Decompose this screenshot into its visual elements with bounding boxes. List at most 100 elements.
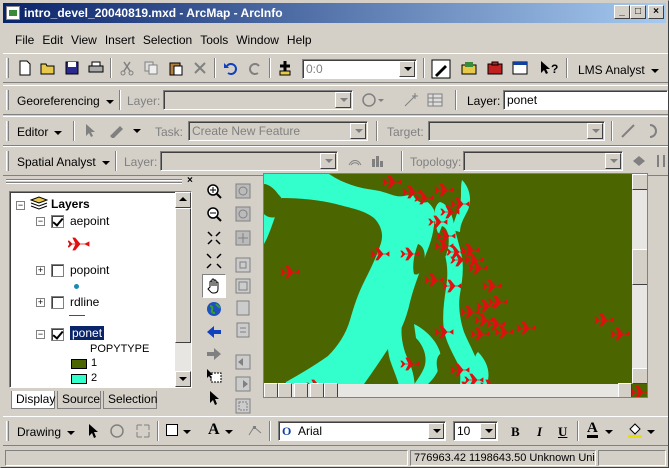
menu-insert[interactable]: Insert bbox=[101, 33, 139, 47]
scroll-thumb[interactable] bbox=[632, 249, 647, 285]
drawing-menu[interactable]: Drawing bbox=[17, 425, 75, 439]
menu-edit[interactable]: Edit bbox=[38, 33, 67, 47]
toc-grip[interactable]: × bbox=[6, 175, 199, 186]
toolbar-grip[interactable] bbox=[6, 121, 9, 141]
collapse-icon[interactable]: − bbox=[36, 330, 45, 339]
copy-icon[interactable] bbox=[143, 60, 159, 76]
link-table-icon[interactable] bbox=[427, 92, 443, 108]
tab-selection[interactable]: Selection bbox=[103, 391, 157, 409]
underline-button[interactable]: U bbox=[558, 424, 567, 440]
sketch-tool-icon[interactable] bbox=[108, 122, 128, 138]
chevron-down-icon[interactable] bbox=[428, 423, 444, 439]
toolbar-grip[interactable] bbox=[6, 421, 9, 441]
menu-file[interactable]: File bbox=[11, 33, 38, 47]
close-button[interactable]: × bbox=[648, 5, 664, 19]
scroll-right-button[interactable] bbox=[618, 383, 632, 397]
chevron-down-icon[interactable] bbox=[225, 430, 233, 434]
editor-menu[interactable]: Editor bbox=[17, 125, 62, 139]
chevron-down-icon[interactable] bbox=[647, 430, 655, 434]
refresh-button[interactable] bbox=[294, 383, 308, 397]
select-elements-icon[interactable] bbox=[206, 368, 222, 384]
redo-icon[interactable] bbox=[247, 60, 263, 76]
map-horizontal-scrollbar[interactable] bbox=[264, 383, 632, 397]
map-scale-combo[interactable]: 0:0 bbox=[302, 59, 417, 79]
menu-selection[interactable]: Selection bbox=[139, 33, 196, 47]
rotate-element-icon[interactable] bbox=[109, 423, 125, 439]
layer-name[interactable]: aepoint bbox=[70, 214, 109, 228]
command-line-icon[interactable] bbox=[512, 60, 528, 76]
close-icon[interactable]: × bbox=[187, 175, 193, 186]
chevron-down-icon[interactable] bbox=[605, 153, 621, 169]
chevron-down-icon[interactable] bbox=[399, 61, 415, 77]
collapse-icon[interactable]: − bbox=[16, 201, 25, 210]
arccatalog-icon[interactable] bbox=[461, 60, 477, 76]
toolbar-grip[interactable] bbox=[6, 90, 9, 110]
layout-zoom-out-icon[interactable] bbox=[235, 206, 251, 222]
toc-scrollbar[interactable] bbox=[175, 192, 191, 387]
layer-visibility-checkbox[interactable] bbox=[51, 296, 64, 309]
pan-tool-active[interactable] bbox=[202, 274, 226, 298]
undo-icon[interactable] bbox=[223, 60, 239, 76]
map-display[interactable] bbox=[263, 173, 648, 398]
select-elements-arrow-icon[interactable] bbox=[85, 423, 101, 439]
spatial-analyst-menu[interactable]: Spatial Analyst bbox=[17, 155, 110, 169]
zoom-out-icon[interactable] bbox=[206, 206, 222, 222]
select-features-arrow-icon[interactable] bbox=[206, 390, 222, 406]
edit-vertices-icon[interactable] bbox=[247, 423, 263, 439]
data-view-button[interactable] bbox=[264, 383, 278, 397]
forward-extent-icon[interactable] bbox=[206, 346, 222, 362]
scroll-left-button[interactable] bbox=[324, 383, 338, 397]
chevron-down-icon[interactable] bbox=[587, 123, 603, 139]
lms-analyst-menu[interactable]: LMS Analyst bbox=[578, 63, 659, 77]
fixed-zoom-in-icon[interactable] bbox=[206, 230, 222, 246]
layout-back-icon[interactable] bbox=[235, 354, 251, 370]
histogram-icon[interactable] bbox=[370, 153, 386, 169]
contour-icon[interactable] bbox=[347, 153, 363, 169]
layer-visibility-checkbox[interactable] bbox=[51, 215, 64, 228]
chevron-down-icon[interactable] bbox=[335, 92, 351, 108]
arctoolbox-icon[interactable] bbox=[487, 60, 503, 76]
expand-icon[interactable]: + bbox=[36, 266, 45, 275]
chevron-down-icon[interactable] bbox=[350, 123, 366, 139]
chevron-down-icon[interactable] bbox=[480, 423, 496, 439]
arcmap-app-icon[interactable] bbox=[6, 6, 20, 20]
task-combo[interactable]: Create New Feature bbox=[188, 121, 368, 141]
new-document-icon[interactable] bbox=[17, 60, 33, 76]
menu-view[interactable]: View bbox=[67, 33, 101, 47]
fill-color-bucket-icon[interactable] bbox=[627, 422, 643, 438]
maximize-button[interactable]: □ bbox=[630, 5, 646, 19]
cut-icon[interactable] bbox=[119, 60, 135, 76]
editor-toolbar-icon[interactable] bbox=[431, 59, 451, 79]
minimize-button[interactable]: _ bbox=[614, 5, 630, 19]
delete-icon[interactable] bbox=[192, 60, 208, 76]
bold-button[interactable]: B bbox=[511, 424, 520, 440]
add-data-icon[interactable] bbox=[277, 60, 293, 76]
zoom-in-icon[interactable] bbox=[206, 183, 222, 199]
italic-button[interactable]: I bbox=[537, 424, 542, 440]
layer-name-selected[interactable]: ponet bbox=[70, 326, 105, 340]
font-color-button[interactable]: A bbox=[587, 421, 598, 438]
font-size-combo[interactable]: 10 bbox=[453, 421, 498, 441]
layer-combo[interactable]: ponet bbox=[503, 90, 668, 110]
pause-drawing-button[interactable] bbox=[310, 383, 324, 397]
rotate-tool-icon[interactable] bbox=[646, 123, 662, 139]
save-icon[interactable] bbox=[64, 60, 80, 76]
font-combo[interactable]: O Arial bbox=[278, 421, 446, 441]
fixed-zoom-out-icon[interactable] bbox=[206, 253, 222, 269]
toolbar-grip[interactable] bbox=[6, 58, 9, 78]
georeferencing-menu[interactable]: Georeferencing bbox=[17, 94, 114, 108]
paste-icon[interactable] bbox=[168, 60, 184, 76]
chevron-down-icon[interactable] bbox=[183, 430, 191, 434]
map-vertical-scrollbar[interactable] bbox=[632, 174, 647, 384]
text-tool-icon[interactable]: A bbox=[208, 421, 220, 439]
collapse-icon[interactable]: − bbox=[36, 217, 45, 226]
layer-name[interactable]: rdline bbox=[70, 295, 99, 309]
layer-name[interactable]: popoint bbox=[70, 263, 109, 277]
back-extent-icon[interactable] bbox=[206, 324, 222, 340]
layers-root-label[interactable]: Layers bbox=[51, 197, 90, 211]
menu-window[interactable]: Window bbox=[232, 33, 283, 47]
add-control-points-icon[interactable] bbox=[403, 92, 419, 108]
zoom-100-icon[interactable] bbox=[235, 322, 251, 338]
edit-tool-icon[interactable] bbox=[83, 123, 99, 139]
layout-zoom-percent-icon[interactable] bbox=[235, 398, 251, 414]
